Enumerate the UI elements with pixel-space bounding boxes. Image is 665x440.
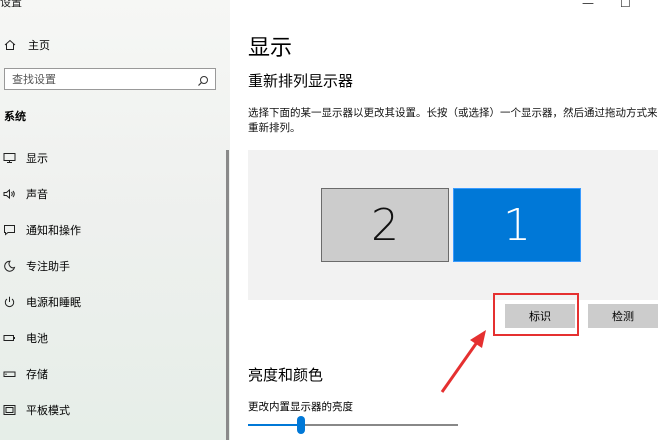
page-title: 显示	[248, 36, 293, 61]
sidebar-item-tablet-mode[interactable]: 平板模式	[0, 398, 222, 422]
search-box[interactable]	[4, 68, 216, 90]
sidebar-item-battery[interactable]: 电池	[0, 326, 222, 350]
sidebar-item-label: 存储	[26, 368, 48, 381]
monitor-2[interactable]: 2	[321, 188, 449, 262]
sidebar-scrollbar[interactable]	[226, 150, 229, 440]
sidebar-item-label: 显示	[26, 152, 48, 165]
sidebar-item-label: 通知和操作	[26, 224, 81, 237]
annotation-arrow	[440, 330, 486, 393]
sidebar-item-label: 专注助手	[26, 260, 70, 273]
section-title: 系统	[4, 110, 26, 123]
power-icon	[2, 295, 16, 309]
sidebar-item-focus-assist[interactable]: 专注助手	[0, 254, 222, 278]
storage-icon	[2, 367, 16, 381]
notification-icon	[2, 223, 16, 237]
arrange-description: 选择下面的某一显示器以更改其设置。长按（或选择）一个显示器，然后通过拖动方式来重…	[248, 107, 658, 134]
search-icon[interactable]	[197, 72, 209, 91]
sidebar: 设置 主页 系统 显示 声音 通知和操作 专注助手	[0, 0, 230, 440]
sidebar-item-label: 声音	[26, 188, 48, 201]
highlight-annotation-box	[493, 293, 579, 336]
sidebar-item-label: 平板模式	[26, 404, 70, 417]
tablet-icon	[2, 403, 16, 417]
brightness-heading: 亮度和颜色	[248, 366, 324, 384]
sidebar-item-label: 电池	[26, 332, 48, 345]
sidebar-item-label: 电源和睡眠	[26, 296, 81, 309]
battery-icon	[2, 331, 16, 345]
sidebar-item-label: 主页	[28, 39, 50, 52]
search-input[interactable]	[10, 71, 199, 87]
app-title: 设置	[0, 0, 22, 9]
display-arrangement-area[interactable]: 2 1	[248, 150, 658, 300]
sidebar-item-home[interactable]: 主页	[4, 36, 50, 54]
speaker-icon	[2, 187, 16, 201]
minimize-button[interactable]: —	[582, 0, 594, 10]
sidebar-item-storage[interactable]: 存储	[0, 362, 222, 386]
monitor-icon	[2, 151, 16, 165]
sidebar-item-notifications[interactable]: 通知和操作	[0, 218, 222, 242]
slider-fill	[248, 424, 301, 426]
monitor-1[interactable]: 1	[453, 188, 581, 262]
brightness-label: 更改内置显示器的亮度	[248, 401, 353, 413]
sidebar-item-sound[interactable]: 声音	[0, 182, 222, 206]
sidebar-item-power-sleep[interactable]: 电源和睡眠	[0, 290, 222, 314]
slider-thumb[interactable]	[296, 416, 305, 434]
arrange-heading: 重新排列显示器	[248, 72, 354, 90]
home-icon	[4, 36, 16, 55]
moon-icon	[2, 259, 16, 273]
detect-button[interactable]: 检测	[588, 304, 658, 328]
brightness-slider[interactable]	[248, 416, 458, 434]
sidebar-item-display[interactable]: 显示	[0, 146, 222, 170]
maximize-button[interactable]: ☐	[620, 0, 631, 10]
